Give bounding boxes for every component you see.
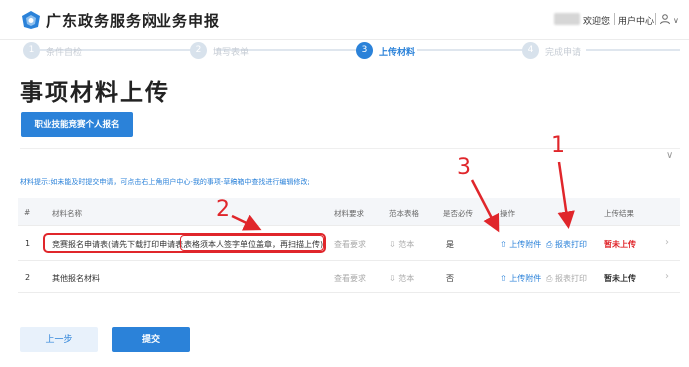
required-value: 否 <box>446 274 454 283</box>
upload-attachment-link[interactable]: ⇧ 上传附件 <box>500 273 541 284</box>
required-value: 是 <box>446 240 454 249</box>
step-label: 条件自检 <box>46 48 83 58</box>
step-label: 上传材料 <box>379 48 416 58</box>
user-center-link[interactable]: 用户中心 <box>618 14 654 27</box>
header-divider <box>655 13 656 25</box>
step-label: 完成申请 <box>545 48 582 58</box>
vocational-competition-button[interactable]: 职业技能竞赛个人报名 <box>21 112 133 137</box>
chevron-down-icon[interactable]: ∨ <box>666 150 673 161</box>
row-divider <box>18 225 680 226</box>
step-number: 1 <box>23 42 40 59</box>
chevron-down-icon[interactable]: ∨ <box>673 17 679 25</box>
row-index: 2 <box>25 273 31 282</box>
row-index: 1 <box>25 239 31 248</box>
submit-button[interactable]: 提交 <box>112 327 190 352</box>
step-label: 填写表单 <box>213 48 250 58</box>
upload-attachment-link[interactable]: ⇧ 上传附件 <box>500 239 541 250</box>
person-icon[interactable] <box>659 13 671 25</box>
progress-steps: 1 条件自检 2 填写表单 3 上传材料 4 完成申请 <box>0 40 689 62</box>
previous-step-button[interactable]: 上一步 <box>20 327 98 352</box>
step-connector <box>586 49 680 51</box>
chevron-right-icon[interactable]: › <box>665 271 669 282</box>
column-header-operation: 操作 <box>500 209 515 218</box>
step-number: 3 <box>356 42 373 59</box>
column-header-required: 是否必传 <box>443 209 473 218</box>
table-bottom-divider <box>18 292 680 293</box>
site-title[interactable]: 广东政务服务网 <box>46 10 158 31</box>
header-divider <box>614 13 615 25</box>
guangdong-logo-icon <box>22 11 40 29</box>
row-divider <box>18 260 680 261</box>
view-requirement-link[interactable]: 查看要求 <box>334 239 366 250</box>
column-header-result: 上传结果 <box>604 209 634 218</box>
column-header-name: 材料名称 <box>52 209 82 218</box>
step-number: 4 <box>522 42 539 59</box>
step-connector <box>417 49 523 51</box>
page-title: 事项材料上传 <box>20 80 170 106</box>
annotation-number-3: 3 <box>457 155 471 180</box>
title-divider <box>148 12 149 28</box>
top-header: 广东政务服务网 业务申报 欢迎您 用户中心 ∨ <box>0 0 689 40</box>
view-requirement-link[interactable]: 查看要求 <box>334 273 366 284</box>
upload-result: 暂未上传 <box>604 274 636 283</box>
column-header-requirement: 材料要求 <box>334 209 364 218</box>
chevron-right-icon[interactable]: › <box>665 237 669 248</box>
report-print-link[interactable]: ⎙ 报表打印 <box>546 239 587 250</box>
template-download-link[interactable]: ⇩ 范本 <box>389 239 414 250</box>
annotation-number-2: 2 <box>216 197 230 222</box>
section-divider <box>20 148 680 149</box>
annotation-highlight-note <box>180 235 324 251</box>
step-number: 2 <box>190 42 207 59</box>
material-tip: 材料提示:如未能及时提交申请，可点击右上角用户中心-我的事项-草稿箱中查找进行编… <box>20 178 310 186</box>
column-header-template: 范本表格 <box>389 209 419 218</box>
material-name: 其他报名材料 <box>52 274 100 283</box>
template-download-link[interactable]: ⇩ 范本 <box>389 273 414 284</box>
welcome-text: 欢迎您 <box>583 17 611 27</box>
username-redacted <box>554 13 580 25</box>
site-subtitle: 业务申报 <box>156 12 221 30</box>
column-header-index: # <box>24 208 31 217</box>
upload-result: 暂未上传 <box>604 240 636 249</box>
annotation-number-1: 1 <box>551 133 565 158</box>
report-print-link[interactable]: ⎙ 报表打印 <box>546 273 587 284</box>
